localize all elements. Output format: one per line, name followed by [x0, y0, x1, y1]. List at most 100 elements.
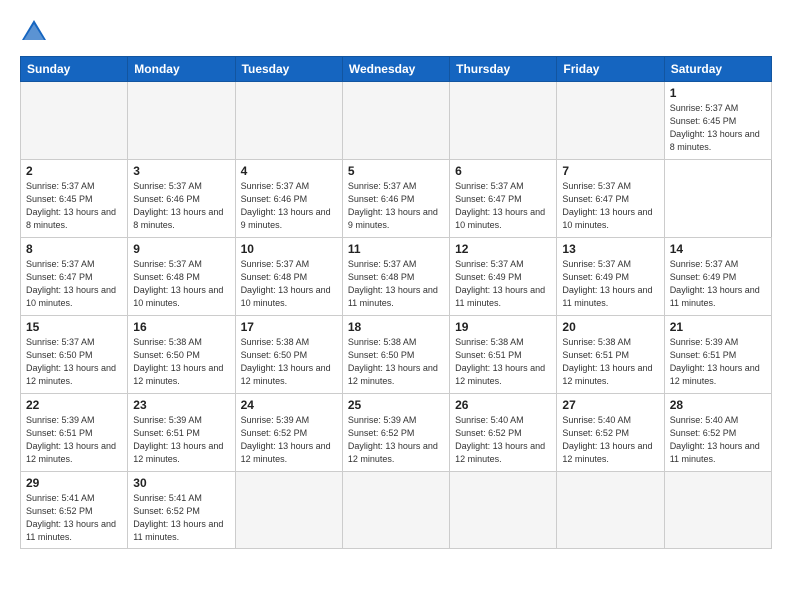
day-number: 23 — [133, 398, 229, 412]
day-number: 19 — [455, 320, 551, 334]
day-of-week-header: Wednesday — [342, 57, 449, 82]
calendar-day-cell: 5 Sunrise: 5:37 AMSunset: 6:46 PMDaylight… — [342, 160, 449, 238]
calendar-day-cell: 18Sunrise: 5:38 AMSunset: 6:50 PMDayligh… — [342, 316, 449, 394]
calendar-day-cell: 6 Sunrise: 5:37 AMSunset: 6:47 PMDaylight… — [450, 160, 557, 238]
day-info: Sunrise: 5:37 AMSunset: 6:49 PMDaylight:… — [562, 258, 658, 310]
day-info: Sunrise: 5:37 AMSunset: 6:49 PMDaylight:… — [455, 258, 551, 310]
day-number: 29 — [26, 476, 122, 490]
day-of-week-header: Saturday — [664, 57, 771, 82]
day-info: Sunrise: 5:38 AMSunset: 6:51 PMDaylight:… — [455, 336, 551, 388]
calendar-day-cell — [450, 82, 557, 160]
calendar-day-cell: 15 Sunrise: 5:37 AMSunset: 6:50 PMDayligh… — [21, 316, 128, 394]
logo-icon — [20, 18, 48, 46]
calendar-week-row: 1Sunrise: 5:37 AMSunset: 6:45 PMDaylight… — [21, 82, 772, 160]
day-info: Sunrise: 5:40 AMSunset: 6:52 PMDaylight:… — [670, 414, 766, 466]
day-number: 11 — [348, 242, 444, 256]
day-info: Sunrise: 5:39 AMSunset: 6:52 PMDaylight:… — [241, 414, 337, 466]
day-info: Sunrise: 5:38 AMSunset: 6:50 PMDaylight:… — [133, 336, 229, 388]
calendar-week-row: 22 Sunrise: 5:39 AMSunset: 6:51 PMDayligh… — [21, 394, 772, 472]
day-info: Sunrise: 5:38 AMSunset: 6:50 PMDaylight:… — [241, 336, 337, 388]
day-number: 1 — [670, 86, 766, 100]
day-number: 17 — [241, 320, 337, 334]
calendar-day-cell: 13 Sunrise: 5:37 AMSunset: 6:49 PMDayligh… — [557, 238, 664, 316]
day-of-week-header: Friday — [557, 57, 664, 82]
day-info: Sunrise: 5:37 AMSunset: 6:50 PMDaylight:… — [26, 336, 122, 388]
calendar-day-cell — [342, 472, 449, 549]
day-info: Sunrise: 5:39 AMSunset: 6:51 PMDaylight:… — [26, 414, 122, 466]
logo — [20, 18, 54, 46]
header — [20, 18, 772, 46]
calendar-day-cell: 3 Sunrise: 5:37 AMSunset: 6:46 PMDaylight… — [128, 160, 235, 238]
day-number: 15 — [26, 320, 122, 334]
calendar-day-cell: 16 Sunrise: 5:38 AMSunset: 6:50 PMDayligh… — [128, 316, 235, 394]
calendar-day-cell: 25Sunrise: 5:39 AMSunset: 6:52 PMDayligh… — [342, 394, 449, 472]
day-number: 9 — [133, 242, 229, 256]
calendar-day-cell — [557, 82, 664, 160]
calendar-day-cell: 7 Sunrise: 5:37 AMSunset: 6:47 PMDaylight… — [557, 160, 664, 238]
day-number: 10 — [241, 242, 337, 256]
calendar-day-cell: 9 Sunrise: 5:37 AMSunset: 6:48 PMDaylight… — [128, 238, 235, 316]
calendar-day-cell: 11 Sunrise: 5:37 AMSunset: 6:48 PMDayligh… — [342, 238, 449, 316]
day-info: Sunrise: 5:37 AMSunset: 6:48 PMDaylight:… — [241, 258, 337, 310]
day-number: 4 — [241, 164, 337, 178]
day-number: 3 — [133, 164, 229, 178]
day-number: 2 — [26, 164, 122, 178]
day-info: Sunrise: 5:41 AMSunset: 6:52 PMDaylight:… — [133, 492, 229, 544]
day-number: 22 — [26, 398, 122, 412]
day-info: Sunrise: 5:37 AMSunset: 6:47 PMDaylight:… — [455, 180, 551, 232]
day-info: Sunrise: 5:37 AMSunset: 6:48 PMDaylight:… — [133, 258, 229, 310]
day-number: 5 — [348, 164, 444, 178]
day-number: 28 — [670, 398, 766, 412]
day-info: Sunrise: 5:40 AMSunset: 6:52 PMDaylight:… — [455, 414, 551, 466]
calendar-week-row: 8 Sunrise: 5:37 AMSunset: 6:47 PMDaylight… — [21, 238, 772, 316]
day-info: Sunrise: 5:37 AMSunset: 6:46 PMDaylight:… — [348, 180, 444, 232]
day-info: Sunrise: 5:37 AMSunset: 6:49 PMDaylight:… — [670, 258, 766, 310]
calendar-day-cell: 1Sunrise: 5:37 AMSunset: 6:45 PMDaylight… — [664, 82, 771, 160]
day-number: 30 — [133, 476, 229, 490]
calendar-week-row: 29 Sunrise: 5:41 AMSunset: 6:52 PMDayligh… — [21, 472, 772, 549]
day-of-week-header: Monday — [128, 57, 235, 82]
day-number: 7 — [562, 164, 658, 178]
calendar-day-cell: 28 Sunrise: 5:40 AMSunset: 6:52 PMDayligh… — [664, 394, 771, 472]
calendar-week-row: 2Sunrise: 5:37 AMSunset: 6:45 PMDaylight… — [21, 160, 772, 238]
calendar-day-cell — [128, 82, 235, 160]
calendar-day-cell — [664, 472, 771, 549]
calendar-day-cell: 2Sunrise: 5:37 AMSunset: 6:45 PMDaylight… — [21, 160, 128, 238]
day-info: Sunrise: 5:39 AMSunset: 6:51 PMDaylight:… — [133, 414, 229, 466]
calendar-day-cell: 21Sunrise: 5:39 AMSunset: 6:51 PMDayligh… — [664, 316, 771, 394]
day-info: Sunrise: 5:37 AMSunset: 6:46 PMDaylight:… — [241, 180, 337, 232]
calendar-day-cell: 10 Sunrise: 5:37 AMSunset: 6:48 PMDayligh… — [235, 238, 342, 316]
day-info: Sunrise: 5:37 AMSunset: 6:48 PMDaylight:… — [348, 258, 444, 310]
calendar-day-cell: 22 Sunrise: 5:39 AMSunset: 6:51 PMDayligh… — [21, 394, 128, 472]
day-number: 16 — [133, 320, 229, 334]
calendar-day-cell: 27Sunrise: 5:40 AMSunset: 6:52 PMDayligh… — [557, 394, 664, 472]
day-number: 8 — [26, 242, 122, 256]
calendar-day-cell — [21, 82, 128, 160]
day-number: 12 — [455, 242, 551, 256]
calendar-day-cell: 12 Sunrise: 5:37 AMSunset: 6:49 PMDayligh… — [450, 238, 557, 316]
calendar-day-cell: 19 Sunrise: 5:38 AMSunset: 6:51 PMDayligh… — [450, 316, 557, 394]
day-number: 21 — [670, 320, 766, 334]
day-number: 6 — [455, 164, 551, 178]
page: SundayMondayTuesdayWednesdayThursdayFrid… — [0, 0, 792, 612]
day-of-week-header: Thursday — [450, 57, 557, 82]
day-number: 13 — [562, 242, 658, 256]
day-of-week-header: Sunday — [21, 57, 128, 82]
calendar-day-cell: 29Sunrise: 5:41 AMSunset: 6:52 PMDayligh… — [21, 472, 128, 549]
calendar-day-cell: 14Sunrise: 5:37 AMSunset: 6:49 PMDayligh… — [664, 238, 771, 316]
calendar-day-cell: 23 Sunrise: 5:39 AMSunset: 6:51 PMDayligh… — [128, 394, 235, 472]
day-info: Sunrise: 5:39 AMSunset: 6:52 PMDaylight:… — [348, 414, 444, 466]
calendar-day-cell — [235, 82, 342, 160]
day-info: Sunrise: 5:37 AMSunset: 6:46 PMDaylight:… — [133, 180, 229, 232]
calendar-day-cell — [342, 82, 449, 160]
calendar-day-cell — [235, 472, 342, 549]
day-info: Sunrise: 5:37 AMSunset: 6:47 PMDaylight:… — [26, 258, 122, 310]
calendar-day-cell: 26Sunrise: 5:40 AMSunset: 6:52 PMDayligh… — [450, 394, 557, 472]
calendar-day-cell: 4 Sunrise: 5:37 AMSunset: 6:46 PMDaylight… — [235, 160, 342, 238]
calendar-table: SundayMondayTuesdayWednesdayThursdayFrid… — [20, 56, 772, 549]
day-info: Sunrise: 5:37 AMSunset: 6:47 PMDaylight:… — [562, 180, 658, 232]
day-number: 27 — [562, 398, 658, 412]
calendar-day-cell: 24Sunrise: 5:39 AMSunset: 6:52 PMDayligh… — [235, 394, 342, 472]
day-number: 18 — [348, 320, 444, 334]
calendar-day-cell — [557, 472, 664, 549]
